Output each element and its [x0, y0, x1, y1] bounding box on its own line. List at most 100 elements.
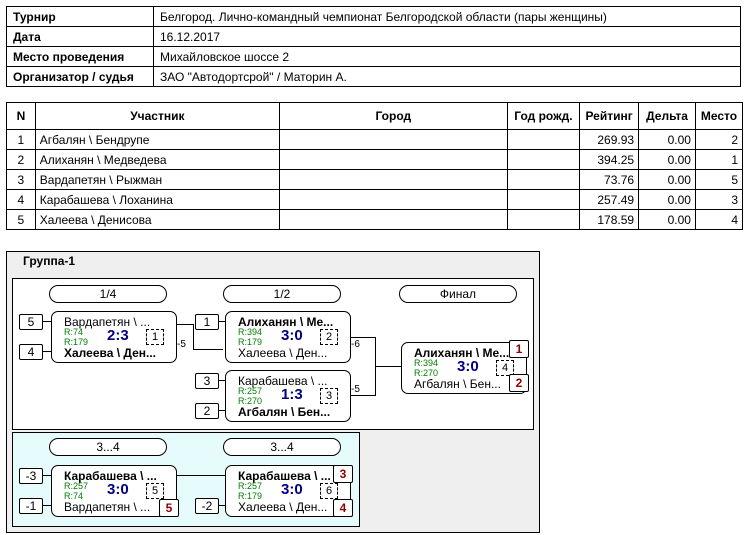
group-title: Группа-1: [23, 254, 76, 268]
row-city: [278, 129, 508, 150]
row-year: [506, 129, 581, 150]
row-year: [506, 189, 581, 210]
consolation-panel: 3...4 3...4 -3 -1 Карабашева \ ... R:257…: [12, 432, 360, 527]
bracket-line: [375, 366, 401, 367]
match-score: 3:0: [281, 481, 303, 498]
player2-name: Халеева \ Ден...: [64, 346, 157, 360]
seed-box: 2: [195, 403, 219, 419]
match-score: 3:0: [281, 327, 303, 344]
col-delta: Дельта: [638, 102, 696, 130]
player1-rating: R:257: [64, 481, 89, 491]
player2-name: Агбалян \ Бен...: [414, 377, 501, 391]
row-n: 3: [6, 169, 36, 190]
place-badge: 5: [159, 499, 179, 517]
bracket-line: [349, 395, 375, 396]
round-label-quarter: 1/4: [49, 285, 167, 303]
row-name: Алиханян \ Медведева: [34, 149, 280, 170]
match-score: 1:3: [281, 386, 303, 403]
row-rating: 178.59: [579, 209, 640, 230]
seed-box: -3: [19, 468, 43, 484]
place-badge: 4: [333, 499, 353, 517]
info-value: ЗАО "Автодортсрой" / Маторин А.: [153, 66, 741, 87]
table-row: 2 Алиханян \ Медведева 394.25 0.00 1: [6, 149, 744, 170]
row-delta: 0.00: [638, 189, 696, 210]
col-n: N: [6, 102, 36, 130]
player1-rating: R:257: [238, 386, 263, 396]
rating-delta: -5: [177, 339, 186, 350]
bracket-line: [193, 349, 223, 350]
row-rating: 269.93: [579, 129, 640, 150]
table-row: 4 Карабашева \ Лоханина 257.49 0.00 3: [6, 189, 744, 210]
player2-name: Агбалян \ Бен...: [238, 405, 331, 419]
row-delta: 0.00: [638, 209, 696, 230]
row-n: 5: [6, 209, 36, 230]
row-place: 3: [694, 189, 744, 210]
col-rating: Рейтинг: [579, 102, 640, 130]
main-bracket-panel: 1/4 1/2 Финал 5 4 Вардапетян \ ... R:74 …: [12, 278, 534, 430]
seed-box: 4: [19, 344, 43, 360]
match-semifinal-2[interactable]: Карабашева \ ... R:257 R:270 1:3 3 Агбал…: [225, 370, 351, 422]
table-row: 5 Халеева \ Денисова 178.59 0.00 4: [6, 209, 744, 230]
player2-name: Халеева \ Ден...: [238, 346, 328, 360]
match-number: 3: [320, 388, 338, 404]
row-city: [278, 209, 508, 230]
row-city: [278, 169, 508, 190]
row-delta: 0.00: [638, 129, 696, 150]
table-header: N Участник Город Год рожд. Рейтинг Дельт…: [6, 102, 744, 130]
row-n: 2: [6, 149, 36, 170]
row-year: [506, 149, 581, 170]
row-city: [278, 149, 508, 170]
bracket-line: [193, 324, 194, 350]
tournament-info-table: Турнир Белгород. Лично-командный чемпион…: [6, 6, 741, 87]
row-name: Карабашева \ Лоханина: [34, 189, 280, 210]
row-place: 4: [694, 209, 744, 230]
bracket-line: [43, 475, 51, 476]
row-n: 1: [6, 129, 36, 150]
seed-box: -1: [19, 498, 43, 514]
match-number: 2: [320, 329, 338, 345]
row-n: 4: [6, 189, 36, 210]
info-label: Турнир: [6, 6, 154, 27]
info-value: 16.12.2017: [153, 26, 741, 47]
info-row-date: Дата 16.12.2017: [6, 26, 741, 47]
group-panel: Группа-1 1/4 1/2 Финал 5 4 Вардапетян \ …: [6, 251, 540, 533]
seed-box: 1: [195, 314, 219, 330]
col-place: Место: [694, 102, 744, 130]
info-value: Михайловское шоссе 2: [153, 46, 741, 67]
row-place: 2: [694, 129, 744, 150]
col-year: Год рожд.: [506, 102, 581, 130]
info-label: Организатор / судья: [6, 66, 154, 87]
bracket-line: [175, 475, 225, 476]
row-year: [506, 209, 581, 230]
player2-name: Вардапетян \ ...: [64, 500, 151, 514]
match-score: 3:0: [107, 481, 129, 498]
player1-rating: R:394: [414, 358, 439, 368]
row-rating: 394.25: [579, 149, 640, 170]
info-label: Место проведения: [6, 46, 154, 67]
bracket-line: [43, 351, 51, 352]
rating-delta: -6: [351, 339, 360, 350]
row-city: [278, 189, 508, 210]
row-name: Халеева \ Денисова: [34, 209, 280, 230]
seed-box: 3: [195, 373, 219, 389]
rating-delta: -5: [351, 384, 360, 395]
place-badge: 2: [509, 374, 529, 392]
player2-name: Халеева \ Ден...: [238, 500, 328, 514]
row-delta: 0.00: [638, 149, 696, 170]
bracket-line: [349, 337, 375, 338]
match-number: 5: [146, 483, 164, 499]
place-badge: 3: [333, 465, 353, 483]
match-score: 3:0: [457, 358, 479, 375]
player1-rating: R:74: [64, 327, 84, 337]
bracket-line: [175, 324, 193, 325]
info-row-tournament: Турнир Белгород. Лично-командный чемпион…: [6, 6, 741, 27]
round-label-consolation-2: 3...4: [223, 438, 341, 456]
row-place: 5: [694, 169, 744, 190]
match-semifinal-1[interactable]: Алиханян \ Ме... R:394 R:179 3:0 2 Халее…: [225, 311, 351, 363]
seed-box: 5: [19, 314, 43, 330]
table-row: 1 Агбалян \ Бендрупе 269.93 0.00 2: [6, 129, 744, 150]
row-delta: 0.00: [638, 169, 696, 190]
row-name: Вардапетян \ Рыжман: [34, 169, 280, 190]
match-quarterfinal[interactable]: Вардапетян \ ... R:74 R:179 2:3 1 Халеев…: [51, 311, 177, 363]
participants-table: N Участник Город Год рожд. Рейтинг Дельт…: [6, 102, 744, 230]
